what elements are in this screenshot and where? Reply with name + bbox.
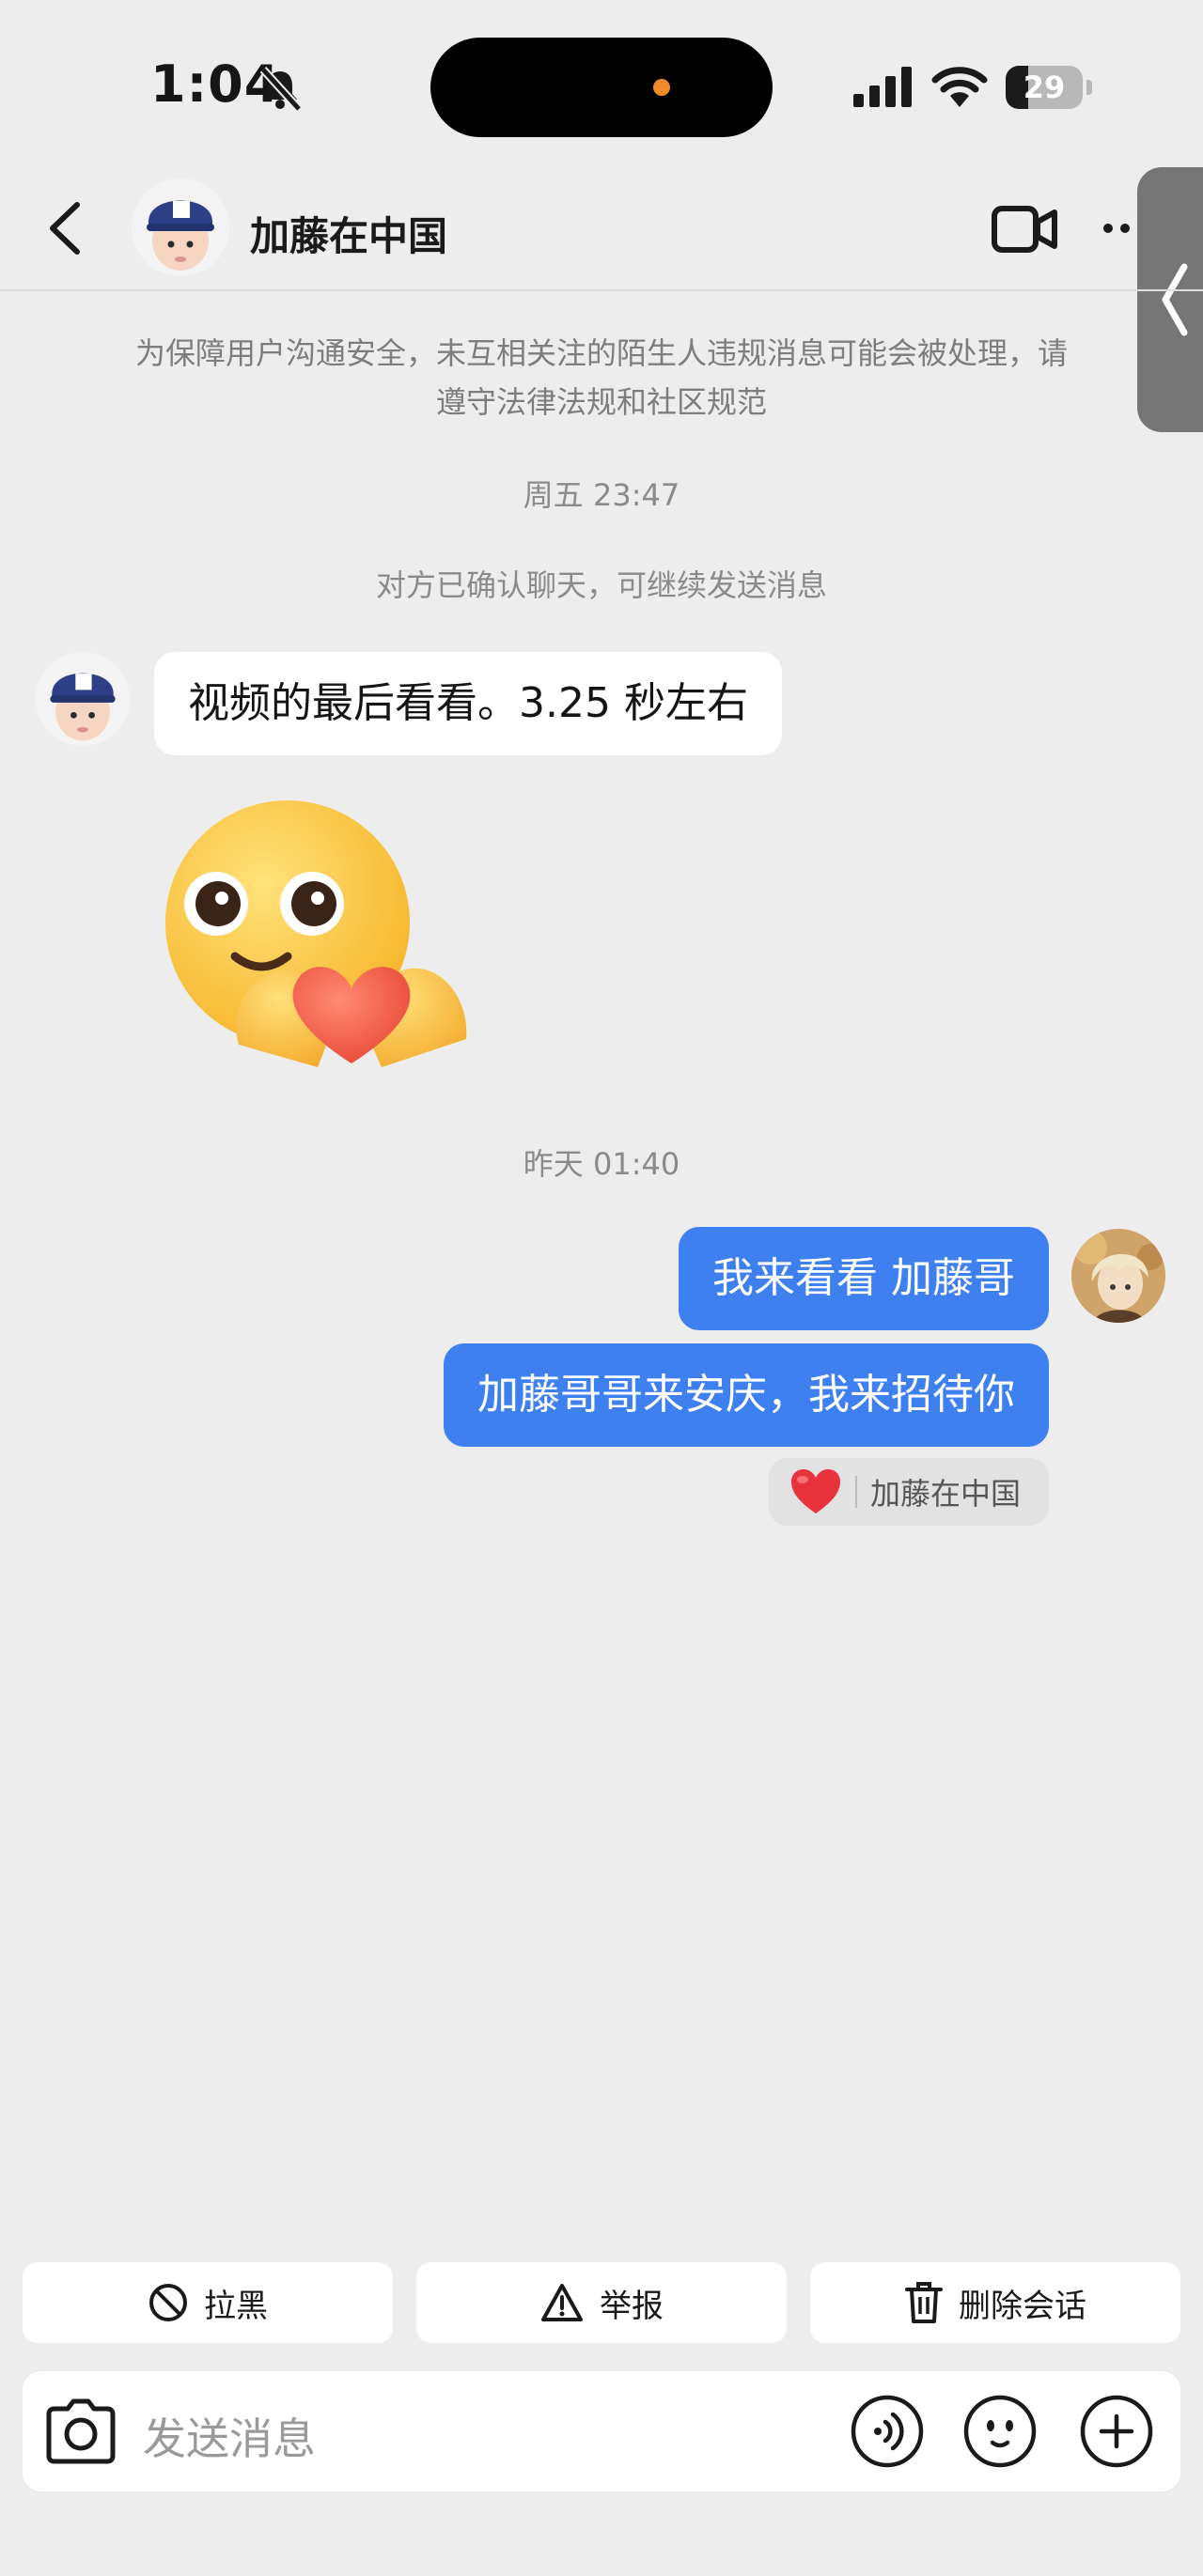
system-notice: 对方已确认聊天，可继续发送消息 — [375, 567, 827, 603]
block-button[interactable]: 拉黑 — [23, 2262, 393, 2343]
back-arrow-icon[interactable] — [43, 199, 86, 257]
bell-muted-icon — [259, 66, 303, 111]
message-input[interactable]: 发送消息 — [143, 2405, 316, 2467]
voice-message-icon[interactable] — [850, 2394, 925, 2469]
timestamp: 周五 23:47 — [523, 477, 680, 513]
more-options-icon[interactable] — [1101, 222, 1139, 235]
heart-icon — [790, 1469, 840, 1513]
privacy-indicator-dot — [653, 79, 670, 96]
block-icon — [149, 2284, 187, 2321]
emoji-icon[interactable] — [962, 2394, 1038, 2469]
header-divider — [0, 289, 1203, 291]
sender-avatar[interactable] — [36, 652, 130, 746]
trash-icon — [905, 2282, 943, 2323]
battery-percent: 29 — [1023, 70, 1066, 105]
side-drawer-handle[interactable] — [1137, 167, 1203, 432]
chevron-left-icon — [1162, 263, 1188, 336]
incoming-message-bubble[interactable]: 视频的最后看看。3.25 秒左右 — [154, 652, 782, 755]
cellular-signal-icon — [853, 67, 912, 107]
block-label: 拉黑 — [204, 2287, 268, 2325]
plus-icon[interactable] — [1079, 2394, 1154, 2469]
contact-name[interactable]: 加藤在中国 — [250, 205, 447, 262]
delete-label: 删除会话 — [959, 2287, 1086, 2325]
wifi-icon — [931, 67, 988, 107]
report-label: 举报 — [600, 2287, 664, 2325]
timestamp: 昨天 01:40 — [523, 1146, 680, 1182]
reaction-user-name: 加藤在中国 — [869, 1476, 1021, 1512]
message-input-bar: 发送消息 — [23, 2371, 1180, 2491]
contact-avatar[interactable] — [132, 178, 229, 276]
report-button[interactable]: 举报 — [416, 2262, 787, 2343]
dynamic-island — [430, 38, 773, 137]
camera-icon[interactable] — [45, 2398, 117, 2465]
heart-emoji-sticker[interactable] — [160, 799, 476, 1080]
outgoing-message-bubble[interactable]: 加藤哥哥来安庆，我来招待你 — [444, 1343, 1049, 1447]
warning-icon — [541, 2284, 583, 2321]
message-reaction[interactable]: 加藤在中国 — [768, 1458, 1049, 1526]
video-call-icon[interactable] — [991, 203, 1058, 256]
delete-conversation-button[interactable]: 删除会话 — [810, 2262, 1180, 2343]
reaction-separator — [854, 1476, 857, 1508]
my-avatar[interactable] — [1071, 1229, 1165, 1323]
battery-indicator: 29 — [1006, 66, 1092, 109]
safety-notice: 为保障用户沟通安全，未互相关注的陌生人违规消息可能会被处理，请遵守法律法规和社区… — [134, 335, 1068, 420]
outgoing-message-bubble[interactable]: 我来看看 加藤哥 — [679, 1227, 1049, 1330]
